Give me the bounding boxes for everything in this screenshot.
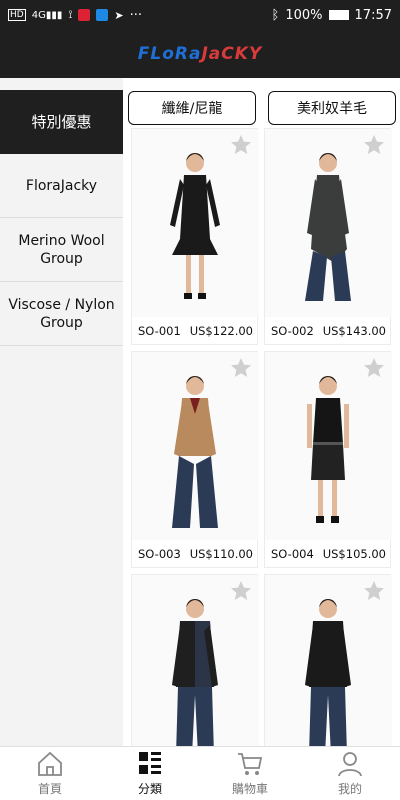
product-meta: SO-003 US$110.00 bbox=[138, 547, 253, 561]
app-header: FLoRaJaCKY bbox=[0, 30, 400, 78]
tab-merino-wool[interactable]: 美利奴羊毛 bbox=[268, 91, 396, 125]
product-price: US$143.00 bbox=[322, 324, 386, 338]
sidebar-item-label: Merino Wool Group bbox=[18, 232, 105, 267]
favorite-star-icon[interactable] bbox=[362, 356, 386, 380]
product-grid: SO-001 US$122.00 SO-002 US$143.00 SO-003 US$1… bbox=[131, 128, 393, 746]
logo-part-jacky: JaCKY bbox=[201, 44, 263, 64]
tab-label: 我的 bbox=[337, 782, 362, 796]
signal-4g-icon: 4G▮▮▮ bbox=[31, 9, 63, 21]
product-card[interactable] bbox=[264, 574, 392, 746]
favorite-star-icon[interactable] bbox=[229, 579, 253, 603]
tab-home[interactable]: 首頁 bbox=[0, 747, 100, 800]
category-sidebar: 特別優惠 FloraJacky Merino Wool Group Viscos… bbox=[0, 90, 123, 746]
home-icon bbox=[38, 751, 62, 776]
product-price: US$110.00 bbox=[189, 547, 253, 561]
category-icon bbox=[139, 752, 161, 774]
product-image[interactable] bbox=[265, 352, 392, 540]
clock: 17:57 bbox=[354, 7, 392, 23]
product-meta: SO-002 US$143.00 bbox=[271, 324, 386, 338]
sidebar-item-label: FloraJacky bbox=[25, 177, 98, 194]
product-image[interactable] bbox=[265, 129, 392, 317]
tab-profile[interactable]: 我的 bbox=[300, 747, 400, 800]
product-code: SO-002 bbox=[271, 324, 314, 338]
product-code: SO-003 bbox=[138, 547, 181, 561]
product-code: SO-004 bbox=[271, 547, 314, 561]
status-icons-right: ᛒ 100% 17:57 bbox=[272, 8, 392, 23]
sidebar-item-label: 特別優惠 bbox=[31, 113, 92, 131]
product-meta: SO-001 US$122.00 bbox=[138, 324, 253, 338]
bluetooth-icon: ᛒ bbox=[271, 7, 280, 23]
tab-label: 分類 bbox=[137, 782, 162, 796]
battery-icon bbox=[328, 10, 349, 20]
product-price: US$105.00 bbox=[322, 547, 386, 561]
app-icon bbox=[96, 9, 109, 21]
sidebar-item-viscose-nylon[interactable]: Viscose / Nylon Group bbox=[0, 282, 123, 346]
product-image[interactable] bbox=[132, 352, 259, 540]
status-icons-left: HD 4G▮▮▮ ⟟ ➤ ··· bbox=[8, 8, 142, 23]
status-bar: HD 4G▮▮▮ ⟟ ➤ ··· ᛒ 100% 17:57 bbox=[0, 0, 400, 30]
product-price: US$122.00 bbox=[189, 324, 253, 338]
subcategory-tabs: 纖維/尼龍 美利奴羊毛 bbox=[128, 91, 396, 125]
hd-icon: HD bbox=[8, 9, 26, 21]
favorite-star-icon[interactable] bbox=[229, 133, 253, 157]
product-content: 纖維/尼龍 美利奴羊毛 SO-001 US$122.00 SO-002 US$143.… bbox=[123, 78, 400, 746]
product-image[interactable] bbox=[132, 129, 259, 317]
favorite-star-icon[interactable] bbox=[362, 133, 386, 157]
sidebar-item-label: Viscose / Nylon Group bbox=[8, 296, 115, 331]
product-card[interactable]: SO-004 US$105.00 bbox=[264, 351, 392, 568]
tab-category[interactable]: 分類 bbox=[100, 747, 200, 800]
product-card[interactable]: SO-002 US$143.00 bbox=[264, 128, 392, 345]
sidebar-item-special-offer[interactable]: 特別優惠 bbox=[0, 90, 123, 154]
tab-cart[interactable]: 購物車 bbox=[200, 747, 300, 800]
product-card[interactable]: SO-001 US$122.00 bbox=[131, 128, 259, 345]
sidebar-item-florajacky[interactable]: FloraJacky bbox=[0, 154, 123, 218]
tab-viscose-nylon[interactable]: 纖維/尼龍 bbox=[128, 91, 256, 125]
brand-logo[interactable]: FLoRaJaCKY bbox=[138, 44, 262, 64]
sidebar-item-merino-wool[interactable]: Merino Wool Group bbox=[0, 218, 123, 282]
usb-icon: ⟟ bbox=[68, 8, 73, 21]
product-meta: SO-004 US$105.00 bbox=[271, 547, 386, 561]
product-code: SO-001 bbox=[138, 324, 181, 338]
favorite-star-icon[interactable] bbox=[229, 356, 253, 380]
favorite-star-icon[interactable] bbox=[362, 579, 386, 603]
more-icon: ··· bbox=[129, 7, 143, 23]
battery-percent: 100% bbox=[285, 7, 323, 23]
product-card[interactable]: SO-003 US$110.00 bbox=[131, 351, 259, 568]
cart-icon bbox=[238, 753, 263, 775]
tab-label: 首頁 bbox=[37, 782, 62, 796]
logo-part-flora: FLoRa bbox=[137, 44, 202, 64]
telegram-icon: ➤ bbox=[114, 8, 124, 22]
user-icon bbox=[338, 752, 362, 777]
product-card[interactable] bbox=[131, 574, 259, 746]
notification-icon bbox=[78, 9, 91, 21]
tab-label: 購物車 bbox=[231, 782, 268, 796]
bottom-tab-bar: 首頁 分類 購物車 我的 bbox=[0, 746, 400, 800]
